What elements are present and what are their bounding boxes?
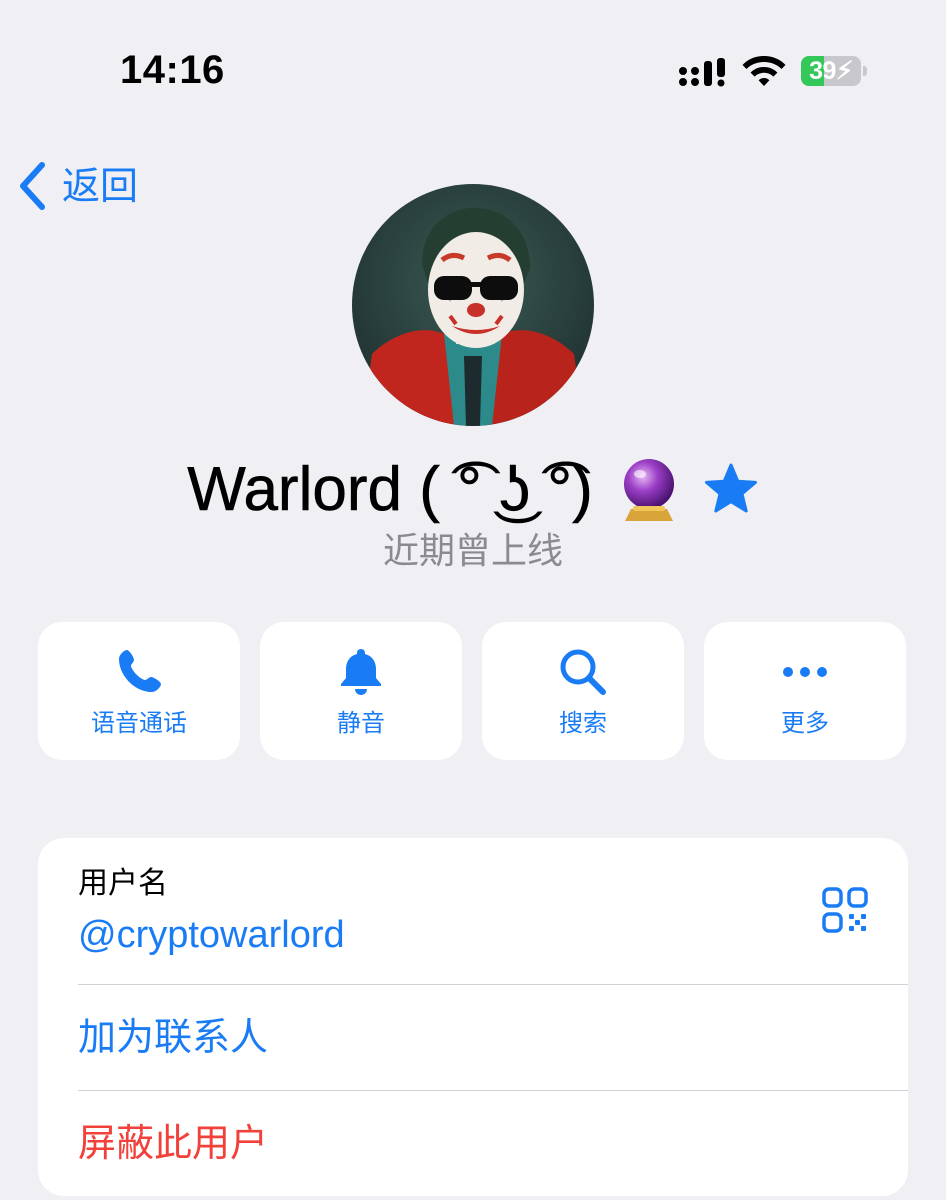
search-label: 搜索 (559, 709, 607, 737)
voice-call-button[interactable]: 语音通话 (38, 622, 240, 760)
battery-level-text: 39⚡︎ (809, 57, 854, 85)
block-user-label: 屏蔽此用户 (78, 1121, 269, 1165)
back-label: 返回 (62, 164, 139, 208)
username-title: 用户名 (78, 866, 168, 901)
more-label: 更多 (781, 709, 829, 737)
premium-star-icon[interactable] (703, 462, 759, 518)
add-contact-label: 加为联系人 (78, 1015, 269, 1059)
back-button[interactable]: 返回 (16, 158, 138, 214)
last-seen-status: 近期曾上线 (382, 531, 563, 572)
chevron-left-icon (20, 162, 45, 210)
mute-label: 静音 (337, 709, 385, 737)
mute-button[interactable]: 静音 (260, 622, 462, 760)
battery-indicator: 39⚡︎ (801, 56, 867, 86)
phone-icon (119, 650, 161, 692)
profile-name: Warlord ( ͡° ͜ʖ ͡°) (187, 455, 593, 525)
search-button[interactable]: 搜索 (482, 622, 684, 760)
crystal-ball-icon (623, 459, 674, 521)
info-card: 用户名 @cryptowarlord 加为联系人 屏蔽此用户 (38, 838, 908, 1196)
username-value[interactable]: @cryptowarlord (78, 910, 345, 960)
add-contact-row[interactable]: 加为联系人 (38, 985, 908, 1089)
profile-name-row: Warlord ( ͡° ͜ʖ ͡°) (0, 450, 946, 530)
signal-icon (679, 58, 725, 87)
status-time: 14:16 (120, 48, 225, 92)
qr-code-icon[interactable] (821, 886, 869, 934)
avatar-image (352, 184, 594, 426)
more-button[interactable]: 更多 (704, 622, 906, 760)
wifi-icon (742, 56, 786, 86)
voice-call-label: 语音通话 (91, 709, 187, 737)
bell-icon (341, 649, 381, 695)
status-bar: 14:16 39⚡︎ (0, 0, 946, 110)
charging-bolt-icon: ⚡︎ (835, 57, 854, 85)
block-user-row[interactable]: 屏蔽此用户 (38, 1091, 908, 1195)
search-icon (560, 649, 606, 695)
more-icon (783, 667, 827, 677)
username-row[interactable]: 用户名 @cryptowarlord (38, 838, 908, 984)
avatar[interactable] (352, 184, 594, 426)
action-row: 语音通话 静音 搜索 更多 (38, 622, 908, 760)
